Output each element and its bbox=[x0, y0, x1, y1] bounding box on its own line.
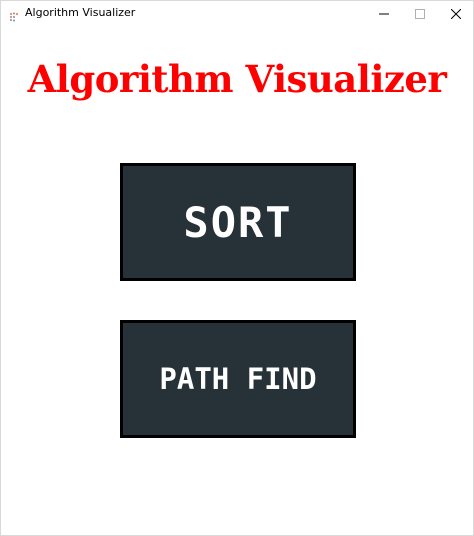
sort-button[interactable]: SORT bbox=[120, 163, 356, 281]
close-icon bbox=[450, 4, 462, 23]
app-window: Algorithm Visualizer Algorithm Visualize… bbox=[0, 0, 474, 536]
window-title: Algorithm Visualizer bbox=[25, 6, 136, 19]
page-title: Algorithm Visualizer bbox=[27, 57, 447, 101]
close-button[interactable] bbox=[437, 1, 474, 25]
title-bar[interactable]: Algorithm Visualizer bbox=[1, 1, 473, 25]
app-icon bbox=[9, 7, 19, 22]
path-find-button-label: PATH FIND bbox=[159, 362, 317, 396]
maximize-icon bbox=[415, 4, 425, 23]
maximize-button[interactable] bbox=[401, 1, 439, 25]
path-find-button[interactable]: PATH FIND bbox=[120, 320, 356, 438]
sort-button-label: SORT bbox=[183, 197, 293, 247]
minimize-button[interactable] bbox=[365, 1, 403, 25]
minimize-icon bbox=[379, 4, 389, 23]
